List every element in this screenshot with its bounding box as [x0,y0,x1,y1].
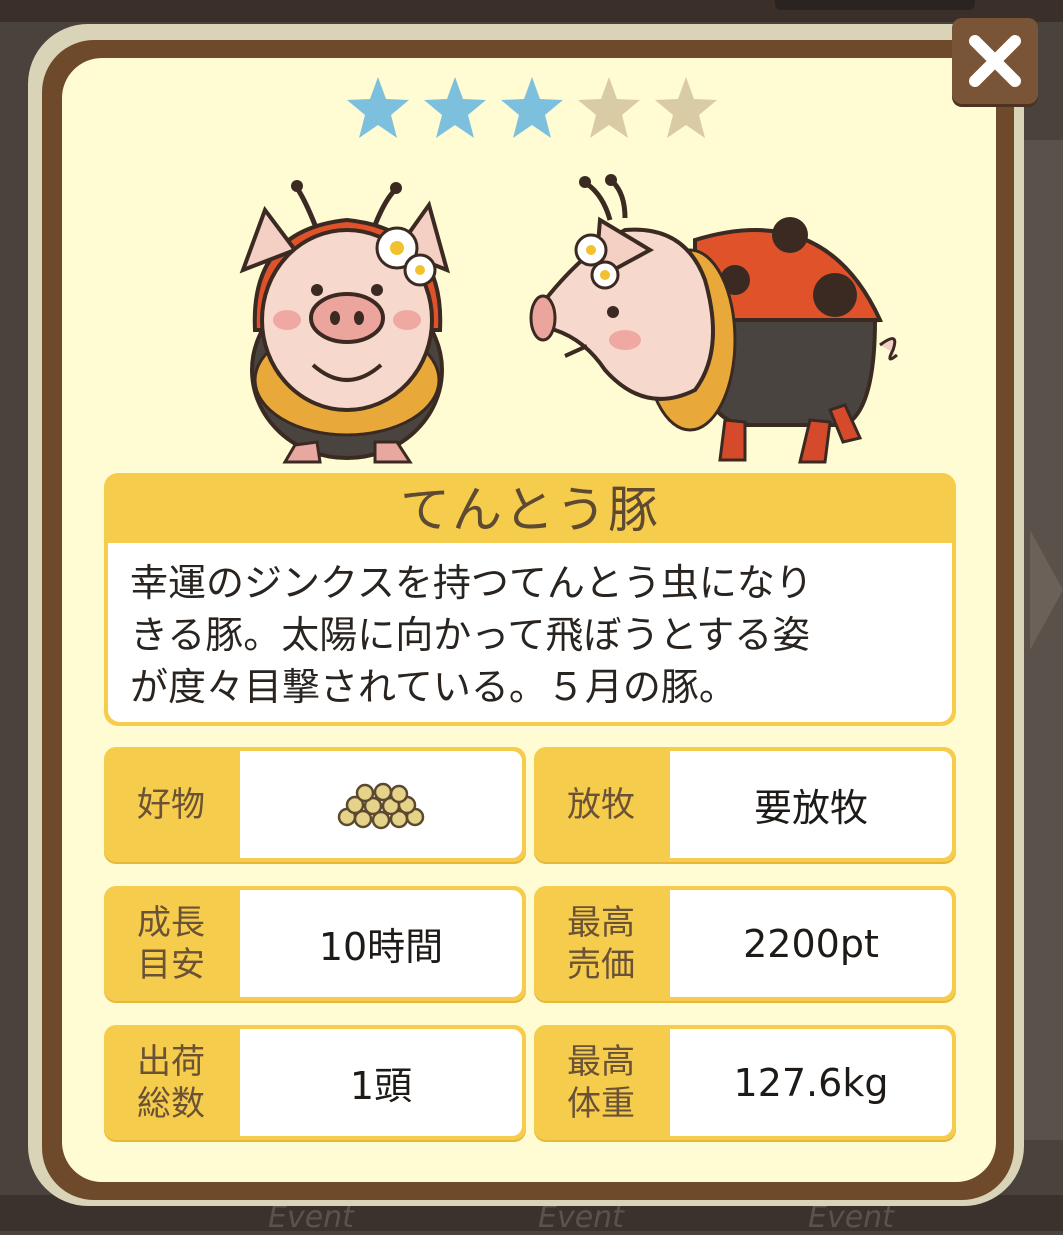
close-button[interactable] [952,18,1038,104]
star-icon [655,77,717,138]
description-line: きる豚。太陽に向かって飛ぼうとする姿 [130,613,811,657]
pig-side-view [529,174,898,464]
stat-value: 10時間 [240,890,522,997]
close-icon [969,35,1021,87]
pig-info-card: てんとう豚 幸運のジンクスを持つてんとう虫になり きる豚。太陽に向かって飛ぼうと… [104,473,956,726]
stat-label: 好物 [137,784,205,825]
stat-value [240,751,522,858]
feed-pellets-icon [337,782,425,829]
stat-grazing: 放牧 要放牧 [534,747,956,862]
stat-max-weight: 最高 体重 127.6kg [534,1025,956,1140]
star-icon [424,77,486,138]
star-icon [347,77,409,138]
ladybug-pig-illustration [239,174,898,464]
description-line: 幸運のジンクスを持つてんとう虫になり [130,561,813,605]
stat-value: 1頭 [240,1029,522,1136]
description-box: 幸運のジンクスを持つてんとう虫になり きる豚。太陽に向かって飛ぼうとする姿 が度… [108,543,952,722]
stat-growth-time: 成長 目安 10時間 [104,886,526,1001]
stat-value: 2200pt [670,890,952,997]
description-line: が度々目撃されている。５月の豚。 [130,665,737,709]
stat-label: 出荷 総数 [137,1041,205,1124]
stat-label: 放牧 [567,784,635,825]
stat-shipped-total: 出荷 総数 1頭 [104,1025,526,1140]
pig-front-view [239,180,451,464]
stat-label: 最高 売価 [567,902,635,985]
pig-name: てんとう豚 [400,481,660,539]
rarity-stars [345,75,725,145]
stat-favorite-food: 好物 [104,747,526,862]
stat-label: 成長 目安 [137,902,205,985]
stat-label: 最高 体重 [567,1041,635,1124]
next-arrow-icon [1030,530,1063,650]
stat-value: 要放牧 [670,751,952,858]
background-top-tab [775,0,975,10]
stat-max-price: 最高 売価 2200pt [534,886,956,1001]
stat-value: 127.6kg [670,1029,952,1136]
pig-description: 幸運のジンクスを持つてんとう虫になり きる豚。太陽に向かって飛ぼうとする姿 が度… [130,557,930,713]
star-icon [578,77,640,138]
star-icon [501,77,563,138]
